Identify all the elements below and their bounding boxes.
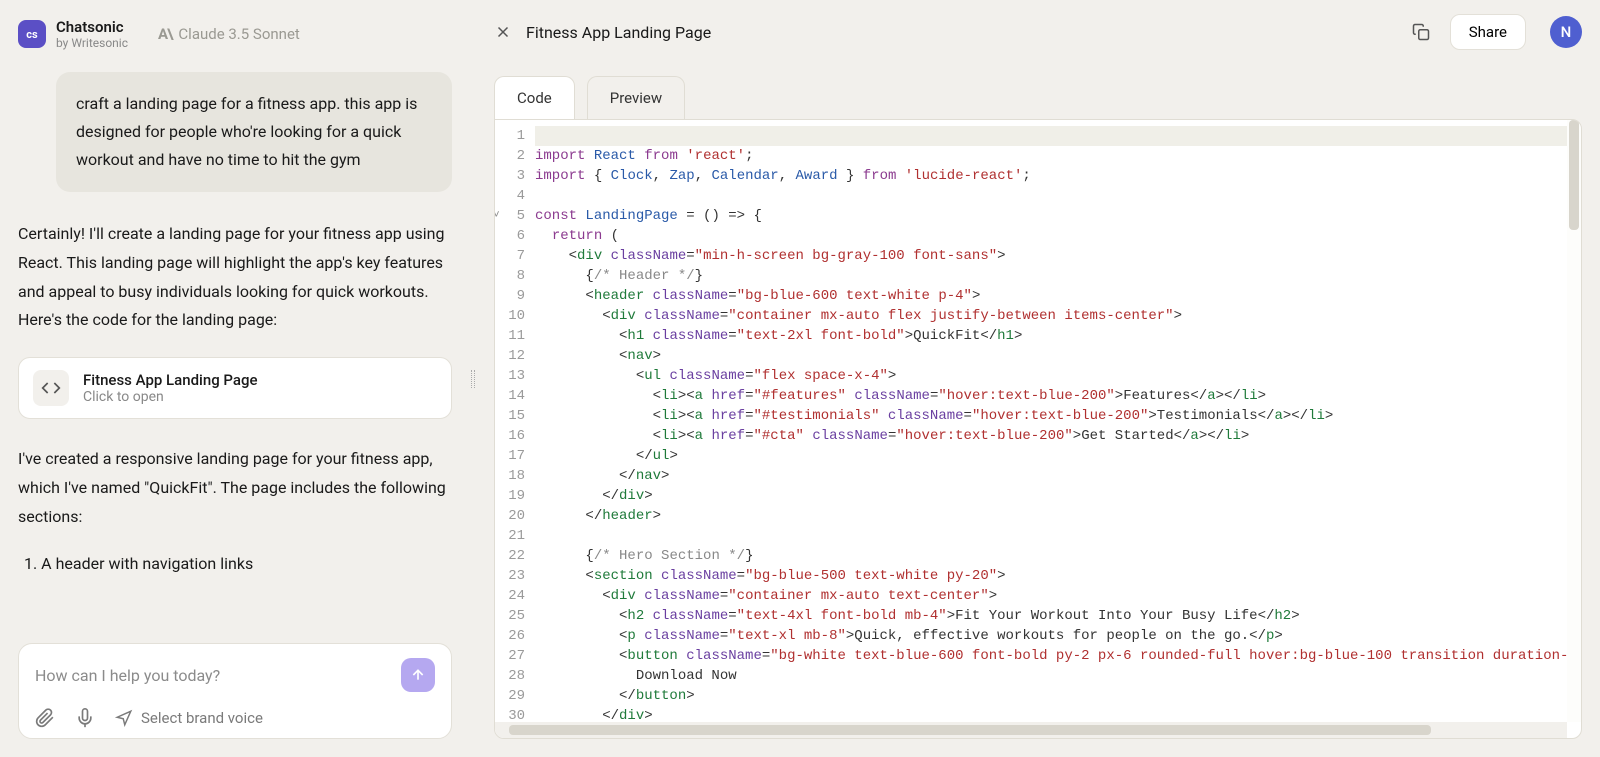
assistant-paragraph-2: I've created a responsive landing page f… <box>18 445 452 531</box>
brand-block: Chatsonic by Writesonic <box>56 18 128 50</box>
artifact-card-text: Fitness App Landing Page Click to open <box>83 371 258 405</box>
code-content[interactable]: import React from 'react';import { Clock… <box>535 120 1581 738</box>
chat-scroll[interactable]: cs Chatsonic by Writesonic A\ Claude 3.5… <box>0 0 470 643</box>
artifact-panel: Fitness App Landing Page Share N Code Pr… <box>476 0 1600 757</box>
divider-handle-icon <box>471 370 475 388</box>
code-icon <box>33 370 69 406</box>
assistant-paragraph-1: Certainly! I'll create a landing page fo… <box>18 220 452 335</box>
attach-button[interactable] <box>35 708 55 728</box>
editor-horizontal-scrollbar[interactable] <box>495 722 1567 738</box>
artifact-card-subtitle: Click to open <box>83 389 258 405</box>
scrollbar-thumb[interactable] <box>1569 120 1579 230</box>
line-number-gutter: 1234567891011121314151617181920212223242… <box>495 120 535 738</box>
brand-byline: by Writesonic <box>56 36 128 50</box>
user-message: craft a landing page for a fitness app. … <box>56 72 452 192</box>
brand-logo: cs <box>18 20 46 48</box>
brand-voice-label: Select brand voice <box>141 709 263 727</box>
model-icon: A\ <box>158 25 172 43</box>
close-button[interactable] <box>494 23 512 41</box>
assistant-list-item-1: 1. A header with navigation links <box>24 554 452 573</box>
chat-panel: cs Chatsonic by Writesonic A\ Claude 3.5… <box>0 0 470 757</box>
copy-button[interactable] <box>1406 17 1436 47</box>
composer-box[interactable]: How can I help you today? Select brand v… <box>18 643 452 739</box>
code-editor[interactable]: 1234567891011121314151617181920212223242… <box>494 119 1582 739</box>
mic-button[interactable] <box>75 708 95 728</box>
chat-header: cs Chatsonic by Writesonic A\ Claude 3.5… <box>18 18 452 50</box>
artifact-card[interactable]: Fitness App Landing Page Click to open <box>18 357 452 419</box>
artifact-panel-title: Fitness App Landing Page <box>526 23 711 42</box>
user-avatar[interactable]: N <box>1550 16 1582 48</box>
brand-name: Chatsonic <box>56 18 128 36</box>
brand-voice-button[interactable]: Select brand voice <box>115 709 263 727</box>
model-selector[interactable]: A\ Claude 3.5 Sonnet <box>158 25 300 43</box>
composer-input[interactable]: How can I help you today? <box>35 666 220 685</box>
model-name: Claude 3.5 Sonnet <box>178 25 299 43</box>
tab-preview[interactable]: Preview <box>587 76 685 119</box>
tab-code[interactable]: Code <box>494 76 575 119</box>
artifact-header: Fitness App Landing Page Share N <box>476 0 1600 58</box>
scrollbar-thumb[interactable] <box>509 725 1431 735</box>
artifact-card-title: Fitness App Landing Page <box>83 371 258 389</box>
artifact-tabs: Code Preview <box>476 58 1600 119</box>
editor-vertical-scrollbar[interactable] <box>1567 120 1581 722</box>
send-button[interactable] <box>401 658 435 692</box>
composer: How can I help you today? Select brand v… <box>0 643 470 757</box>
share-button[interactable]: Share <box>1450 14 1526 50</box>
